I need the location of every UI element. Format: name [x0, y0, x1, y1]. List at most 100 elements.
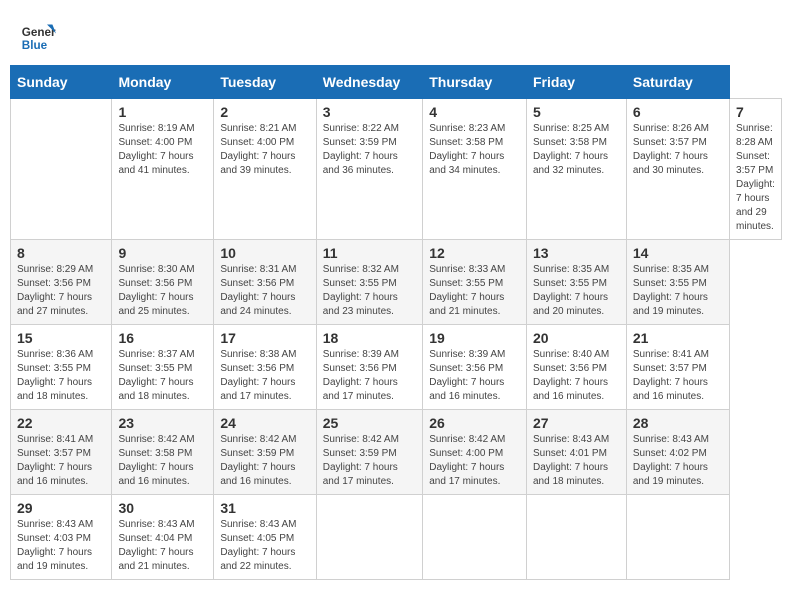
day-info: Sunrise: 8:26 AMSunset: 3:57 PMDaylight:… [633, 122, 723, 178]
day-number: 8 [17, 245, 105, 261]
day-info: Sunrise: 8:33 AMSunset: 3:55 PMDaylight:… [429, 263, 520, 319]
calendar-cell: 15 Sunrise: 8:36 AMSunset: 3:55 PMDayligh… [11, 325, 112, 410]
calendar-cell: 21 Sunrise: 8:41 AMSunset: 3:57 PMDayligh… [626, 325, 729, 410]
day-info: Sunrise: 8:25 AMSunset: 3:58 PMDaylight:… [533, 122, 620, 178]
day-info: Sunrise: 8:43 AMSunset: 4:01 PMDaylight:… [533, 433, 620, 489]
calendar-cell: 14 Sunrise: 8:35 AMSunset: 3:55 PMDayligh… [626, 240, 729, 325]
calendar-cell: 24Sunrise: 8:42 AMSunset: 3:59 PMDayligh… [214, 410, 316, 495]
svg-text:Blue: Blue [22, 39, 48, 52]
day-info: Sunrise: 8:42 AMSunset: 3:58 PMDaylight:… [118, 433, 207, 489]
calendar-cell: 7 Sunrise: 8:28 AMSunset: 3:57 PMDaylight… [730, 99, 782, 240]
day-number: 5 [533, 104, 620, 120]
day-number: 13 [533, 245, 620, 261]
day-info: Sunrise: 8:43 AMSunset: 4:02 PMDaylight:… [633, 433, 723, 489]
day-number: 1 [118, 104, 207, 120]
day-number: 23 [118, 415, 207, 431]
day-info: Sunrise: 8:43 AMSunset: 4:03 PMDaylight:… [17, 518, 105, 574]
day-number: 25 [323, 415, 416, 431]
col-header-saturday: Saturday [626, 66, 729, 99]
day-info: Sunrise: 8:40 AMSunset: 3:56 PMDaylight:… [533, 348, 620, 404]
calendar-week-row: 15 Sunrise: 8:36 AMSunset: 3:55 PMDayligh… [11, 325, 782, 410]
day-info: Sunrise: 8:43 AMSunset: 4:05 PMDaylight:… [220, 518, 309, 574]
calendar-cell: 10Sunrise: 8:31 AMSunset: 3:56 PMDayligh… [214, 240, 316, 325]
day-info: Sunrise: 8:42 AMSunset: 3:59 PMDaylight:… [323, 433, 416, 489]
calendar-cell: 8 Sunrise: 8:29 AMSunset: 3:56 PMDaylight… [11, 240, 112, 325]
col-header-tuesday: Tuesday [214, 66, 316, 99]
day-info: Sunrise: 8:39 AMSunset: 3:56 PMDaylight:… [323, 348, 416, 404]
day-number: 30 [118, 500, 207, 516]
day-number: 20 [533, 330, 620, 346]
calendar-cell: 19 Sunrise: 8:39 AMSunset: 3:56 PMDayligh… [423, 325, 527, 410]
day-info: Sunrise: 8:30 AMSunset: 3:56 PMDaylight:… [118, 263, 207, 319]
day-info: Sunrise: 8:28 AMSunset: 3:57 PMDaylight:… [736, 122, 775, 234]
day-info: Sunrise: 8:38 AMSunset: 3:56 PMDaylight:… [220, 348, 309, 404]
calendar-cell: 12 Sunrise: 8:33 AMSunset: 3:55 PMDayligh… [423, 240, 527, 325]
day-info: Sunrise: 8:37 AMSunset: 3:55 PMDaylight:… [118, 348, 207, 404]
day-info: Sunrise: 8:29 AMSunset: 3:56 PMDaylight:… [17, 263, 105, 319]
day-number: 22 [17, 415, 105, 431]
day-number: 9 [118, 245, 207, 261]
day-info: Sunrise: 8:36 AMSunset: 3:55 PMDaylight:… [17, 348, 105, 404]
day-number: 10 [220, 245, 309, 261]
calendar-cell [11, 99, 112, 240]
calendar-cell [316, 495, 422, 580]
day-number: 17 [220, 330, 309, 346]
calendar-cell: 3 Sunrise: 8:22 AMSunset: 3:59 PMDaylight… [316, 99, 422, 240]
col-header-sunday: Sunday [11, 66, 112, 99]
day-info: Sunrise: 8:19 AMSunset: 4:00 PMDaylight:… [118, 122, 207, 178]
day-number: 2 [220, 104, 309, 120]
calendar-week-row: 1 Sunrise: 8:19 AMSunset: 4:00 PMDaylight… [11, 99, 782, 240]
day-number: 28 [633, 415, 723, 431]
calendar-cell: 17 Sunrise: 8:38 AMSunset: 3:56 PMDayligh… [214, 325, 316, 410]
calendar-cell: 31 Sunrise: 8:43 AMSunset: 4:05 PMDayligh… [214, 495, 316, 580]
calendar-cell: 20 Sunrise: 8:40 AMSunset: 3:56 PMDayligh… [527, 325, 627, 410]
day-number: 14 [633, 245, 723, 261]
calendar-cell: 9 Sunrise: 8:30 AMSunset: 3:56 PMDaylight… [112, 240, 214, 325]
day-number: 31 [220, 500, 309, 516]
day-info: Sunrise: 8:21 AMSunset: 4:00 PMDaylight:… [220, 122, 309, 178]
day-number: 18 [323, 330, 416, 346]
calendar-cell: 26Sunrise: 8:42 AMSunset: 4:00 PMDayligh… [423, 410, 527, 495]
col-header-thursday: Thursday [423, 66, 527, 99]
day-info: Sunrise: 8:23 AMSunset: 3:58 PMDaylight:… [429, 122, 520, 178]
calendar-cell: 6 Sunrise: 8:26 AMSunset: 3:57 PMDaylight… [626, 99, 729, 240]
calendar-header-row: SundayMondayTuesdayWednesdayThursdayFrid… [11, 66, 782, 99]
calendar-week-row: 29 Sunrise: 8:43 AMSunset: 4:03 PMDayligh… [11, 495, 782, 580]
calendar-cell: 16Sunrise: 8:37 AMSunset: 3:55 PMDayligh… [112, 325, 214, 410]
calendar-cell: 5 Sunrise: 8:25 AMSunset: 3:58 PMDaylight… [527, 99, 627, 240]
day-number: 19 [429, 330, 520, 346]
header: General Blue [10, 10, 782, 61]
day-info: Sunrise: 8:32 AMSunset: 3:55 PMDaylight:… [323, 263, 416, 319]
day-info: Sunrise: 8:41 AMSunset: 3:57 PMDaylight:… [17, 433, 105, 489]
day-number: 7 [736, 104, 775, 120]
day-number: 24 [220, 415, 309, 431]
day-number: 29 [17, 500, 105, 516]
day-number: 15 [17, 330, 105, 346]
day-number: 4 [429, 104, 520, 120]
calendar-cell: 2 Sunrise: 8:21 AMSunset: 4:00 PMDaylight… [214, 99, 316, 240]
logo-icon: General Blue [20, 20, 56, 56]
day-number: 21 [633, 330, 723, 346]
calendar-cell [423, 495, 527, 580]
day-info: Sunrise: 8:43 AMSunset: 4:04 PMDaylight:… [118, 518, 207, 574]
day-info: Sunrise: 8:35 AMSunset: 3:55 PMDaylight:… [533, 263, 620, 319]
calendar-cell: 11 Sunrise: 8:32 AMSunset: 3:55 PMDayligh… [316, 240, 422, 325]
calendar-cell: 4 Sunrise: 8:23 AMSunset: 3:58 PMDaylight… [423, 99, 527, 240]
calendar-cell: 25 Sunrise: 8:42 AMSunset: 3:59 PMDayligh… [316, 410, 422, 495]
day-number: 12 [429, 245, 520, 261]
day-info: Sunrise: 8:35 AMSunset: 3:55 PMDaylight:… [633, 263, 723, 319]
col-header-friday: Friday [527, 66, 627, 99]
calendar-cell: 28 Sunrise: 8:43 AMSunset: 4:02 PMDayligh… [626, 410, 729, 495]
day-number: 27 [533, 415, 620, 431]
day-number: 6 [633, 104, 723, 120]
calendar-cell: 30 Sunrise: 8:43 AMSunset: 4:04 PMDayligh… [112, 495, 214, 580]
calendar-cell: 23 Sunrise: 8:42 AMSunset: 3:58 PMDayligh… [112, 410, 214, 495]
day-number: 3 [323, 104, 416, 120]
calendar-cell: 13 Sunrise: 8:35 AMSunset: 3:55 PMDayligh… [527, 240, 627, 325]
day-info: Sunrise: 8:22 AMSunset: 3:59 PMDaylight:… [323, 122, 416, 178]
day-info: Sunrise: 8:42 AMSunset: 4:00 PMDaylight:… [429, 433, 520, 489]
day-number: 11 [323, 245, 416, 261]
calendar-cell: 22 Sunrise: 8:41 AMSunset: 3:57 PMDayligh… [11, 410, 112, 495]
day-info: Sunrise: 8:41 AMSunset: 3:57 PMDaylight:… [633, 348, 723, 404]
day-info: Sunrise: 8:39 AMSunset: 3:56 PMDaylight:… [429, 348, 520, 404]
